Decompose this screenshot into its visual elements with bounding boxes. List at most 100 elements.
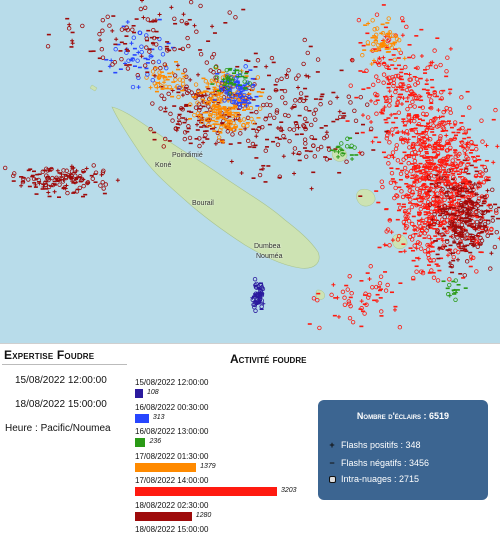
negative-strike-marker: [384, 101, 389, 103]
negative-strike-marker: [429, 182, 434, 185]
intra-cloud-marker: [45, 44, 51, 49]
positive-strike-marker: [336, 314, 341, 319]
negative-strike-marker: [132, 65, 137, 68]
intra-cloud-marker: [198, 52, 204, 57]
intra-cloud-marker: [365, 115, 371, 120]
negative-strike-marker: [433, 240, 438, 242]
intra-cloud-marker: [393, 185, 398, 191]
negative-strike-marker: [399, 162, 404, 165]
negative-strike-marker: [383, 271, 388, 273]
negative-strike-marker: [349, 154, 354, 156]
positive-strike-marker: [192, 23, 197, 28]
negative-strike-marker: [444, 129, 449, 132]
intra-cloud-marker: [261, 102, 266, 108]
end-datetime: 18/08/2022 15:00:00: [15, 399, 107, 410]
intra-cloud-marker: [66, 26, 72, 31]
intra-cloud-marker: [396, 110, 402, 115]
positive-strike-marker: [444, 133, 449, 138]
negative-strike-marker: [344, 284, 349, 287]
negative-strike-marker: [415, 133, 420, 135]
intra-cloud-marker: [189, 90, 194, 95]
intra-cloud-marker: [203, 79, 209, 84]
negative-strike-marker: [385, 22, 390, 24]
intra-cloud-marker: [431, 275, 437, 280]
negative-strike-marker: [465, 238, 470, 241]
intra-cloud-marker: [386, 16, 391, 21]
negative-strike-marker: [358, 70, 363, 72]
negative-strike-marker: [437, 171, 442, 173]
negative-strike-marker: [361, 123, 366, 126]
negative-strike-marker: [145, 62, 150, 64]
intra-cloud-marker: [387, 103, 392, 108]
intra-cloud-marker: [162, 96, 167, 102]
negative-strike-marker: [222, 117, 227, 120]
negative-strike-marker: [267, 74, 272, 77]
square-icon: [329, 475, 336, 483]
negative-strike-marker: [342, 115, 347, 117]
negative-strike-marker: [391, 180, 396, 183]
timeline-timestamp: 16/08/2022 00:30:00: [135, 402, 209, 412]
positive-strike-marker: [360, 113, 365, 118]
negative-strike-marker: [258, 288, 263, 290]
negative-strike-marker: [31, 170, 36, 173]
intra-cloud-marker: [425, 247, 431, 252]
negative-strike-marker: [453, 149, 458, 151]
negative-strike-marker: [154, 90, 159, 93]
negative-strike-marker: [407, 56, 412, 59]
negative-strike-marker: [446, 174, 451, 176]
intra-cloud-marker: [371, 82, 376, 88]
negative-strike-marker: [264, 116, 269, 119]
intra-cloud-marker: [119, 56, 124, 62]
negative-strike-marker: [422, 165, 427, 168]
negative-strike-marker: [411, 215, 416, 218]
positive-strike-marker: [399, 102, 404, 107]
negative-strike-marker: [250, 77, 255, 80]
negative-strike-marker: [459, 195, 464, 197]
negative-strike-marker: [277, 138, 282, 140]
negative-strike-marker: [166, 42, 171, 45]
negative-strike-marker: [370, 36, 375, 39]
intra-cloud-marker: [447, 106, 453, 112]
intra-cloud-marker: [401, 157, 406, 162]
lightning-map[interactable]: Koné Poindimié Bourail Dumbea Nouméa: [0, 0, 500, 343]
negative-strike-marker: [226, 112, 231, 115]
negative-strike-marker: [251, 128, 256, 130]
intra-cloud-marker: [315, 57, 321, 62]
intra-cloud-marker: [305, 50, 310, 56]
negative-strike-marker: [251, 84, 256, 86]
negative-strike-marker: [304, 150, 309, 152]
negative-strike-marker: [435, 253, 440, 256]
intra-cloud-marker: [243, 64, 248, 69]
negative-strike-marker: [302, 147, 307, 149]
negative-strike-marker: [362, 71, 367, 73]
positive-strike-marker: [309, 186, 314, 191]
intra-cloud-marker: [403, 120, 408, 126]
intra-cloud-marker: [431, 187, 436, 193]
negative-strike-marker: [465, 244, 470, 247]
positive-strike-marker: [188, 77, 193, 82]
negative-strike-marker: [418, 95, 423, 98]
negative-strike-marker: [490, 215, 495, 218]
intra-cloud-marker: [193, 82, 199, 87]
negative-strike-marker: [428, 107, 433, 109]
negative-strike-marker: [384, 208, 389, 210]
negative-strike-marker: [212, 130, 217, 132]
intra-cloud-marker: [245, 115, 251, 121]
negative-strike-marker: [355, 132, 360, 135]
intra-cloud-marker: [483, 168, 489, 173]
negative-strike-marker: [455, 170, 460, 173]
negative-strike-marker: [257, 301, 262, 304]
intra-cloud-marker: [125, 66, 131, 71]
negative-strike-marker: [358, 195, 363, 197]
negative-strike-marker: [418, 162, 423, 165]
intra-cloud-marker: [274, 78, 280, 83]
intra-cloud-marker: [282, 112, 288, 118]
negative-strike-marker: [480, 196, 485, 198]
negative-strike-marker: [423, 213, 428, 216]
intra-cloud-marker: [210, 55, 215, 60]
positive-strike-marker: [196, 72, 201, 77]
intra-cloud-marker: [139, 49, 144, 55]
map-canvas[interactable]: [0, 0, 500, 343]
negative-strike-marker: [359, 280, 364, 282]
negative-strike-marker: [482, 200, 487, 203]
